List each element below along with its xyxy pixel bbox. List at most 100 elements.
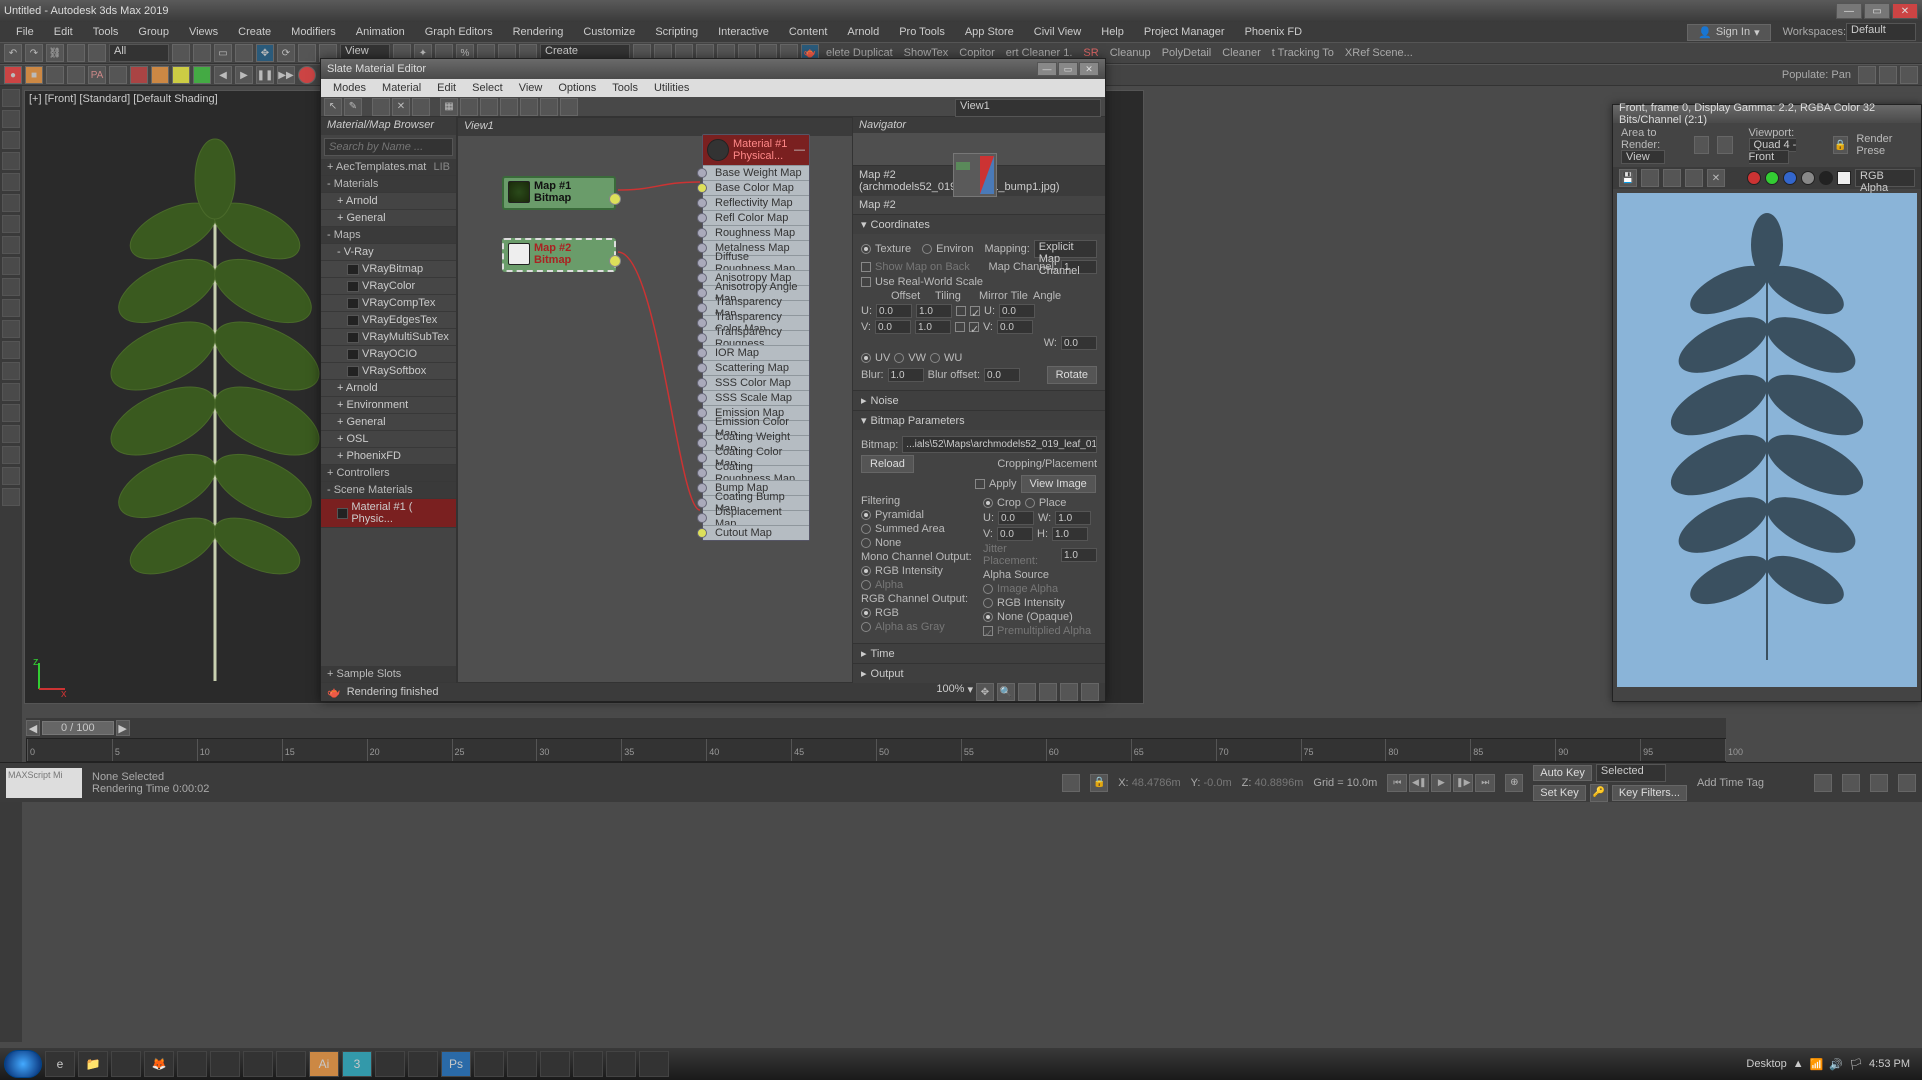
lock-sel-icon[interactable]: 🔒 bbox=[1090, 774, 1108, 792]
workspaces-dd[interactable]: Default bbox=[1846, 23, 1916, 41]
task-app11-icon[interactable] bbox=[507, 1051, 537, 1077]
radio-rgb[interactable] bbox=[861, 608, 871, 618]
crop-h-input[interactable] bbox=[1052, 527, 1088, 541]
u-angle-input[interactable] bbox=[999, 304, 1035, 318]
clear-icon[interactable]: ✕ bbox=[1707, 169, 1725, 187]
browser-search-input[interactable] bbox=[324, 138, 453, 156]
browser-item[interactable]: + Arnold bbox=[321, 380, 456, 397]
z-coord[interactable]: 40.8896m bbox=[1254, 777, 1303, 789]
channel-r-icon[interactable] bbox=[1747, 171, 1761, 185]
material-input-slot[interactable]: Refl Color Map bbox=[703, 210, 809, 225]
bluroff-input[interactable] bbox=[984, 368, 1020, 382]
next-frame-icon[interactable]: ❚▶ bbox=[1453, 774, 1473, 792]
map-name-field[interactable]: Map #2 bbox=[853, 196, 1105, 214]
crop-u-input[interactable] bbox=[998, 511, 1034, 525]
blowup-icon[interactable] bbox=[1717, 136, 1732, 154]
y-coord[interactable]: -0.0m bbox=[1203, 777, 1231, 789]
bitmap-path-button[interactable]: ...ials\52\Maps\archmodels52_019_leaf_01… bbox=[902, 436, 1097, 453]
lt-8[interactable] bbox=[2, 236, 20, 254]
task-app14-icon[interactable] bbox=[639, 1051, 669, 1077]
task-chrome-icon[interactable] bbox=[573, 1051, 603, 1077]
script-btn-5[interactable]: Cleanup bbox=[1106, 47, 1155, 59]
render-canvas[interactable] bbox=[1617, 193, 1917, 687]
anim-next-icon[interactable]: ▶▶ bbox=[277, 66, 295, 84]
bind-icon[interactable] bbox=[88, 44, 106, 62]
slate-eyedrop-icon[interactable]: ✎ bbox=[344, 98, 362, 116]
task-app8-icon[interactable] bbox=[408, 1051, 438, 1077]
nav-layout-icon[interactable] bbox=[1081, 683, 1099, 701]
jitter-input[interactable] bbox=[1061, 548, 1097, 562]
lt-19[interactable] bbox=[2, 467, 20, 485]
signin-button[interactable]: 👤Sign In ▾ bbox=[1687, 24, 1770, 41]
menu-customize[interactable]: Customize bbox=[573, 24, 645, 40]
browser-item[interactable]: VRayOCIO bbox=[321, 346, 456, 363]
slate-move-icon[interactable] bbox=[412, 98, 430, 116]
browser-item[interactable]: + PhoenixFD bbox=[321, 448, 456, 465]
slate-minimize[interactable]: — bbox=[1037, 62, 1057, 76]
browser-item[interactable]: VRayMultiSubTex bbox=[321, 329, 456, 346]
lt-12[interactable] bbox=[2, 320, 20, 338]
alpha-dd[interactable]: RGB Alpha bbox=[1855, 169, 1915, 187]
prim-10-icon[interactable] bbox=[193, 66, 211, 84]
lt-4[interactable] bbox=[2, 152, 20, 170]
menu-appstore[interactable]: App Store bbox=[955, 24, 1024, 40]
slate-menu-utilities[interactable]: Utilities bbox=[646, 81, 697, 95]
prim-4-icon[interactable] bbox=[67, 66, 85, 84]
lt-20[interactable] bbox=[2, 488, 20, 506]
move-icon[interactable]: ✥ bbox=[256, 44, 274, 62]
menu-arnold[interactable]: Arnold bbox=[837, 24, 889, 40]
crop-w-input[interactable] bbox=[1055, 511, 1091, 525]
nav-zoom-vp-icon[interactable] bbox=[1842, 774, 1860, 792]
channel-g-icon[interactable] bbox=[1765, 171, 1779, 185]
lt-14[interactable] bbox=[2, 362, 20, 380]
addtag-button[interactable]: Add Time Tag bbox=[1697, 777, 1764, 789]
menu-civilview[interactable]: Civil View bbox=[1024, 24, 1091, 40]
u-mirror-chk[interactable] bbox=[956, 306, 966, 316]
slate-menu-tools[interactable]: Tools bbox=[604, 81, 646, 95]
node-output-socket[interactable] bbox=[609, 193, 621, 205]
prim-8-icon[interactable] bbox=[151, 66, 169, 84]
slate-close[interactable]: ✕ bbox=[1079, 62, 1099, 76]
link-icon[interactable]: ⛓ bbox=[46, 44, 64, 62]
viewport-label[interactable]: [+] [Front] [Standard] [Default Shading] bbox=[29, 93, 218, 105]
slate-maximize[interactable]: ▭ bbox=[1058, 62, 1078, 76]
task-app1-icon[interactable] bbox=[111, 1051, 141, 1077]
blur-input[interactable] bbox=[888, 368, 924, 382]
browser-item[interactable]: - Materials bbox=[321, 176, 456, 193]
window-minimize[interactable]: — bbox=[1836, 3, 1862, 19]
prim-sphere-icon[interactable]: ● bbox=[4, 66, 22, 84]
slate-menu-edit[interactable]: Edit bbox=[429, 81, 464, 95]
menu-file[interactable]: File bbox=[6, 24, 44, 40]
setkey-button[interactable]: Set Key bbox=[1533, 785, 1586, 801]
menu-tools[interactable]: Tools bbox=[83, 24, 129, 40]
menu-modifiers[interactable]: Modifiers bbox=[281, 24, 346, 40]
browser-item[interactable]: VRayColor bbox=[321, 278, 456, 295]
menu-edit[interactable]: Edit bbox=[44, 24, 83, 40]
nav-orb-vp-icon[interactable] bbox=[1870, 774, 1888, 792]
copy-icon[interactable] bbox=[1641, 169, 1659, 187]
rotate-button[interactable]: Rotate bbox=[1047, 366, 1097, 384]
material-input-slot[interactable]: Base Color Map bbox=[703, 180, 809, 195]
slate-assign-icon[interactable] bbox=[372, 98, 390, 116]
lock-icon[interactable]: 🔒 bbox=[1833, 136, 1848, 154]
nav-pan-vp-icon[interactable] bbox=[1814, 774, 1832, 792]
prim-9-icon[interactable] bbox=[172, 66, 190, 84]
node-map2[interactable]: Map #2Bitmap bbox=[502, 238, 616, 272]
tray-flag-icon[interactable]: 🏳 bbox=[1849, 1058, 1863, 1071]
start-button[interactable] bbox=[4, 1050, 42, 1078]
node-map1[interactable]: Map #1Bitmap bbox=[502, 176, 616, 210]
browser-item[interactable]: + OSL bbox=[321, 431, 456, 448]
radio-none-filter[interactable] bbox=[861, 538, 871, 548]
window-restore[interactable]: ▭ bbox=[1864, 3, 1890, 19]
mapping-dd[interactable]: Explicit Map Channel bbox=[1034, 240, 1097, 258]
script-btn-9[interactable]: XRef Scene... bbox=[1341, 47, 1417, 59]
material-input-slot[interactable]: Reflectivity Map bbox=[703, 195, 809, 210]
radio-vw[interactable] bbox=[894, 353, 904, 363]
radio-rgbintensity[interactable] bbox=[861, 566, 871, 576]
prim-box-icon[interactable]: ■ bbox=[25, 66, 43, 84]
keymode-dd[interactable]: Selected bbox=[1596, 764, 1666, 782]
v-tile-chk[interactable]: ✓ bbox=[969, 322, 979, 332]
redo-icon[interactable]: ↷ bbox=[25, 44, 43, 62]
sample-slots-rollout[interactable]: + Sample Slots bbox=[321, 666, 456, 683]
render-titlebar[interactable]: Front, frame 0, Display Gamma: 2.2, RGBA… bbox=[1613, 105, 1921, 123]
